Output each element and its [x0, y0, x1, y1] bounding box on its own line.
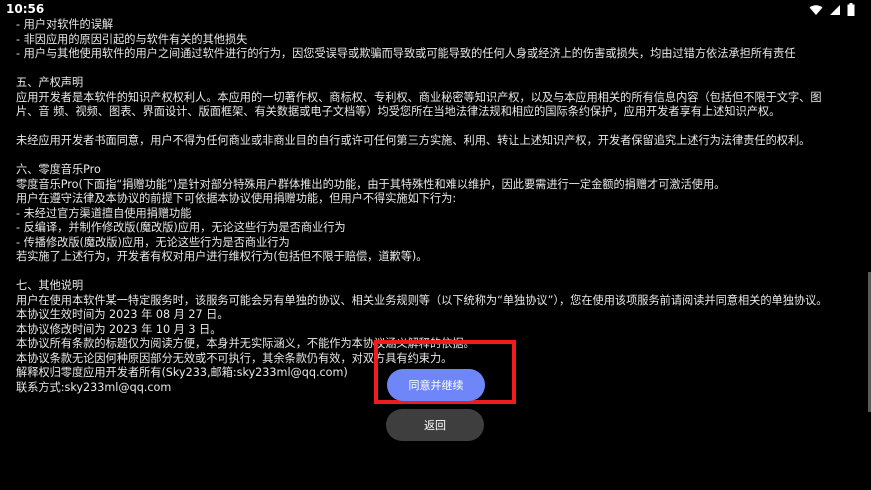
text-line: - 用户与其他使用软件的用户之间通过软件进行的行为，因您受误导或欺骗而导致或可能…: [16, 47, 796, 60]
status-icons: [809, 3, 855, 16]
wifi-icon: [809, 4, 823, 15]
back-button[interactable]: 返回: [386, 409, 484, 441]
status-bar: 10:56: [0, 0, 871, 20]
text-line: 未经应用开发者书面同意，用户不得为任何商业或非商业目的自行或许可任何第三方实施、…: [16, 134, 811, 147]
text-line: 本协议生效时间为 2023 年 08 月 27 日。: [16, 308, 229, 321]
status-time: 10:56: [6, 2, 45, 16]
text-line: - 反编译，并制作修改版(魔改版)应用，无论这些行为是否商业行为: [16, 221, 346, 234]
text-line: - 用户对软件的误解: [16, 18, 114, 31]
text-line: 用户在使用本软件某一特定服务时，该服务可能会另有单独的协议、相关业务规则等（以下…: [16, 293, 828, 307]
battery-icon: [847, 3, 855, 16]
signal-icon: [830, 4, 840, 15]
text-line: 若实施了上述行为，开发者有权对用户进行维权行为(包括但不限于赔偿，道歉等)。: [16, 250, 428, 263]
text-line: 五、产权声明: [16, 76, 84, 89]
text-line: 零度音乐Pro(下面指“捐赠功能”)是针对部分特殊用户群体推出的功能，由于其特殊…: [16, 177, 726, 191]
text-line: 用户在遵守法律及本协议的前提下可依据本协议使用捐赠功能，但用户不得实施如下行为:: [16, 192, 457, 205]
text-line: 七、其他说明: [16, 279, 84, 292]
text-line: - 非因应用的原因引起的与软件有关的其他损失: [16, 32, 248, 46]
agreement-text: - 用户对软件的误解 - 非因应用的原因引起的与软件有关的其他损失 - 用户与其他使…: [16, 18, 866, 395]
text-line: 六、零度音乐Pro: [16, 163, 101, 176]
text-line: 本协议修改时间为 2023 年 10 月 3 日。: [16, 322, 222, 336]
text-line: 应用开发者是本软件的知识产权权利人。本应用的一切著作权、商标权、专利权、商业秘密…: [16, 90, 822, 104]
agree-continue-button[interactable]: 同意并继续: [387, 369, 485, 401]
text-line: - 未经过官方渠道擅自使用捐赠功能: [16, 206, 192, 220]
text-line: 片、音 频、视频、图表、界面设计、版面框架、有关数据或电子文档等）均受您所在当地…: [16, 105, 781, 118]
text-line: - 传播修改版(魔改版)应用，无论这些行为是否商业行为: [16, 235, 290, 249]
